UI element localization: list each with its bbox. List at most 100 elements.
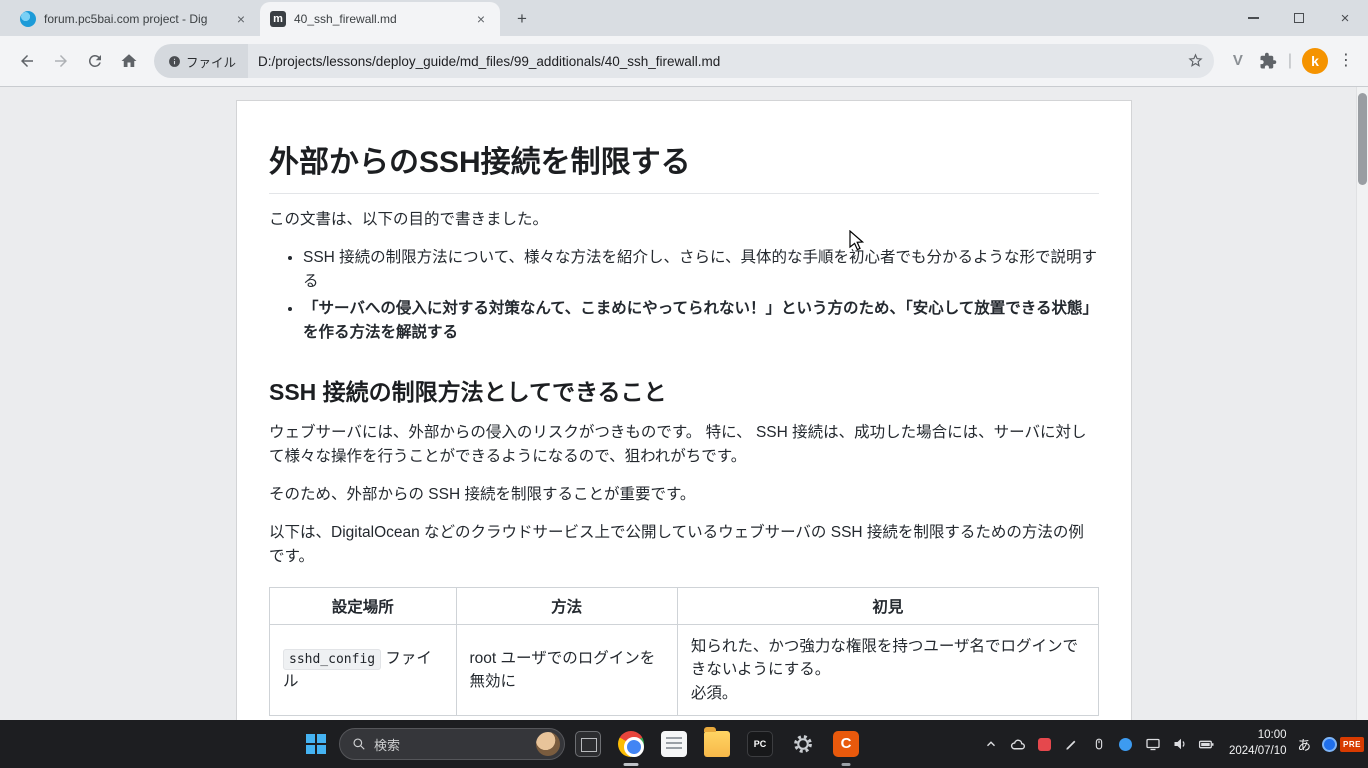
- minimize-icon: [1248, 17, 1259, 19]
- taskbar-center: 検索 PC C: [296, 720, 866, 768]
- blue-status-icon: [1119, 738, 1132, 751]
- reload-button[interactable]: [78, 44, 112, 78]
- markdown-favicon-icon: m: [270, 11, 286, 27]
- running-indicator: [842, 763, 851, 766]
- taskbar-app-pycharm[interactable]: PC: [740, 720, 780, 768]
- methods-table: 設定場所 方法 初見 sshd_config ファイル root ユーザでのログ…: [269, 587, 1099, 716]
- url-text[interactable]: D:/projects/lessons/deploy_guide/md_file…: [258, 54, 1214, 69]
- taskbar-search[interactable]: 検索: [339, 728, 565, 760]
- tab-forum[interactable]: forum.pc5bai.com project - Dig ×: [10, 2, 260, 36]
- extension-v-button[interactable]: V: [1226, 49, 1250, 73]
- preview-badge: PRE: [1340, 737, 1364, 752]
- system-tray: 10:00 2024/07/10 あ PRE: [982, 720, 1364, 768]
- tab-title: forum.pc5bai.com project - Dig: [44, 12, 224, 26]
- chrome-icon: [618, 731, 644, 757]
- tab-close-icon[interactable]: ×: [472, 10, 490, 28]
- notepad-icon: [661, 731, 687, 757]
- column-header: 初見: [677, 588, 1098, 625]
- maximize-button[interactable]: [1276, 0, 1322, 36]
- taskbar-clock[interactable]: 10:00 2024/07/10: [1229, 728, 1287, 759]
- bookmark-star-button[interactable]: [1187, 52, 1204, 74]
- ime-mode-indicator[interactable]: あ: [1298, 734, 1312, 754]
- table-cell-method: root ユーザでのログインを無効に: [456, 625, 677, 716]
- file-scheme-badge[interactable]: ファイル: [154, 44, 248, 78]
- intro-paragraph: この文書は、以下の目的で書きました。: [269, 208, 1099, 232]
- info-icon: [168, 55, 181, 68]
- paragraph: ウェブサーバには、外部からの侵入のリスクがつきものです。 特に、 SSH 接続は…: [269, 421, 1099, 469]
- tab-strip: forum.pc5bai.com project - Dig × m 40_ss…: [0, 0, 1368, 36]
- folder-icon: [704, 731, 730, 757]
- clock-time: 10:00: [1229, 728, 1287, 744]
- tab-close-icon[interactable]: ×: [232, 10, 250, 28]
- forward-icon: [52, 52, 70, 70]
- back-icon: [18, 52, 36, 70]
- taskbar-app-dark[interactable]: [568, 720, 608, 768]
- paragraph: そのため、外部からの SSH 接続を制限することが重要です。: [269, 483, 1099, 507]
- onedrive-cloud-icon[interactable]: [1009, 735, 1027, 753]
- section-heading: SSH 接続の制限方法としてできること: [269, 373, 1099, 407]
- taskbar-corner: PRE: [1322, 737, 1364, 752]
- list-item: SSH 接続の制限方法について、様々な方法を紹介し、さらに、具体的な手順を初心者…: [303, 246, 1099, 294]
- home-icon: [120, 52, 138, 70]
- page-viewport: 外部からのSSH接続を制限する この文書は、以下の目的で書きました。 SSH 接…: [0, 87, 1368, 720]
- address-bar[interactable]: ファイル D:/projects/lessons/deploy_guide/md…: [154, 44, 1214, 78]
- new-tab-button[interactable]: +: [508, 5, 536, 33]
- table-cell-location: sshd_config ファイル: [270, 625, 457, 716]
- reload-icon: [86, 52, 104, 70]
- taskbar: 検索 PC C: [0, 720, 1368, 768]
- clock-date: 2024/07/10: [1229, 744, 1287, 760]
- purpose-list: SSH 接続の制限方法について、様々な方法を紹介し、さらに、具体的な手順を初心者…: [269, 246, 1099, 345]
- forum-favicon-icon: [20, 11, 36, 27]
- cell-text: 知られた、かつ強力な権限を持つユーザ名でログインできないようにする。: [691, 635, 1085, 682]
- tab-md-file[interactable]: m 40_ssh_firewall.md ×: [260, 2, 500, 36]
- volume-icon[interactable]: [1171, 735, 1189, 753]
- column-header: 設定場所: [270, 588, 457, 625]
- forward-button[interactable]: [44, 44, 78, 78]
- windows-logo-icon: [306, 734, 326, 754]
- vertical-scrollbar[interactable]: [1356, 87, 1368, 720]
- tab-title: 40_ssh_firewall.md: [294, 12, 464, 26]
- scrollbar-thumb[interactable]: [1358, 93, 1367, 185]
- home-button[interactable]: [112, 44, 146, 78]
- minimize-button[interactable]: [1230, 0, 1276, 36]
- page-title: 外部からのSSH接続を制限する: [269, 137, 1099, 194]
- display-tray-icon[interactable]: [1144, 735, 1162, 753]
- taskbar-app-explorer[interactable]: [697, 720, 737, 768]
- mouse-tray-icon[interactable]: [1090, 735, 1108, 753]
- taskbar-app-chrome[interactable]: [611, 720, 651, 768]
- cell-text: 必須。: [691, 682, 1085, 705]
- toolbar-divider: |: [1288, 52, 1292, 70]
- paragraph: 以下は、DigitalOcean などのクラウドサービス上で公開しているウェブサ…: [269, 521, 1099, 569]
- blue-app-tray-icon[interactable]: [1117, 735, 1135, 753]
- notification-blue-icon[interactable]: [1322, 737, 1337, 752]
- search-highlight-image[interactable]: [536, 732, 560, 756]
- start-button[interactable]: [296, 720, 336, 768]
- pycharm-icon: PC: [747, 731, 773, 757]
- profile-avatar[interactable]: k: [1302, 48, 1328, 74]
- taskbar-app-c[interactable]: C: [826, 720, 866, 768]
- taskbar-app-settings[interactable]: [783, 720, 823, 768]
- table-cell-description: 知られた、かつ強力な権限を持つユーザ名でログインできないようにする。 必須。: [677, 625, 1098, 716]
- c-app-icon: C: [833, 731, 859, 757]
- alert-tray-icon[interactable]: [1036, 735, 1054, 753]
- screen: forum.pc5bai.com project - Dig × m 40_ss…: [0, 0, 1368, 768]
- extensions-button[interactable]: [1254, 47, 1282, 75]
- star-icon: [1187, 52, 1204, 69]
- show-hidden-icons-button[interactable]: [982, 735, 1000, 753]
- battery-icon[interactable]: [1198, 735, 1216, 753]
- back-button[interactable]: [10, 44, 44, 78]
- gear-icon: [790, 731, 816, 757]
- search-icon: [352, 737, 366, 751]
- running-indicator: [624, 763, 639, 766]
- browser-menu-button[interactable]: ⋮: [1334, 49, 1358, 73]
- pen-tray-icon[interactable]: [1063, 735, 1081, 753]
- table-header-row: 設定場所 方法 初見: [270, 588, 1099, 625]
- markdown-document: 外部からのSSH接続を制限する この文書は、以下の目的で書きました。 SSH 接…: [236, 100, 1132, 720]
- maximize-icon: [1294, 13, 1304, 23]
- list-item: 「サーバへの侵入に対する対策なんて、こまめにやってられない！」という方のため、「…: [303, 297, 1099, 345]
- close-button[interactable]: ×: [1322, 0, 1368, 36]
- search-label: 検索: [374, 735, 528, 754]
- puzzle-icon: [1259, 52, 1277, 70]
- taskbar-app-notepad[interactable]: [654, 720, 694, 768]
- badge-label: ファイル: [186, 52, 236, 71]
